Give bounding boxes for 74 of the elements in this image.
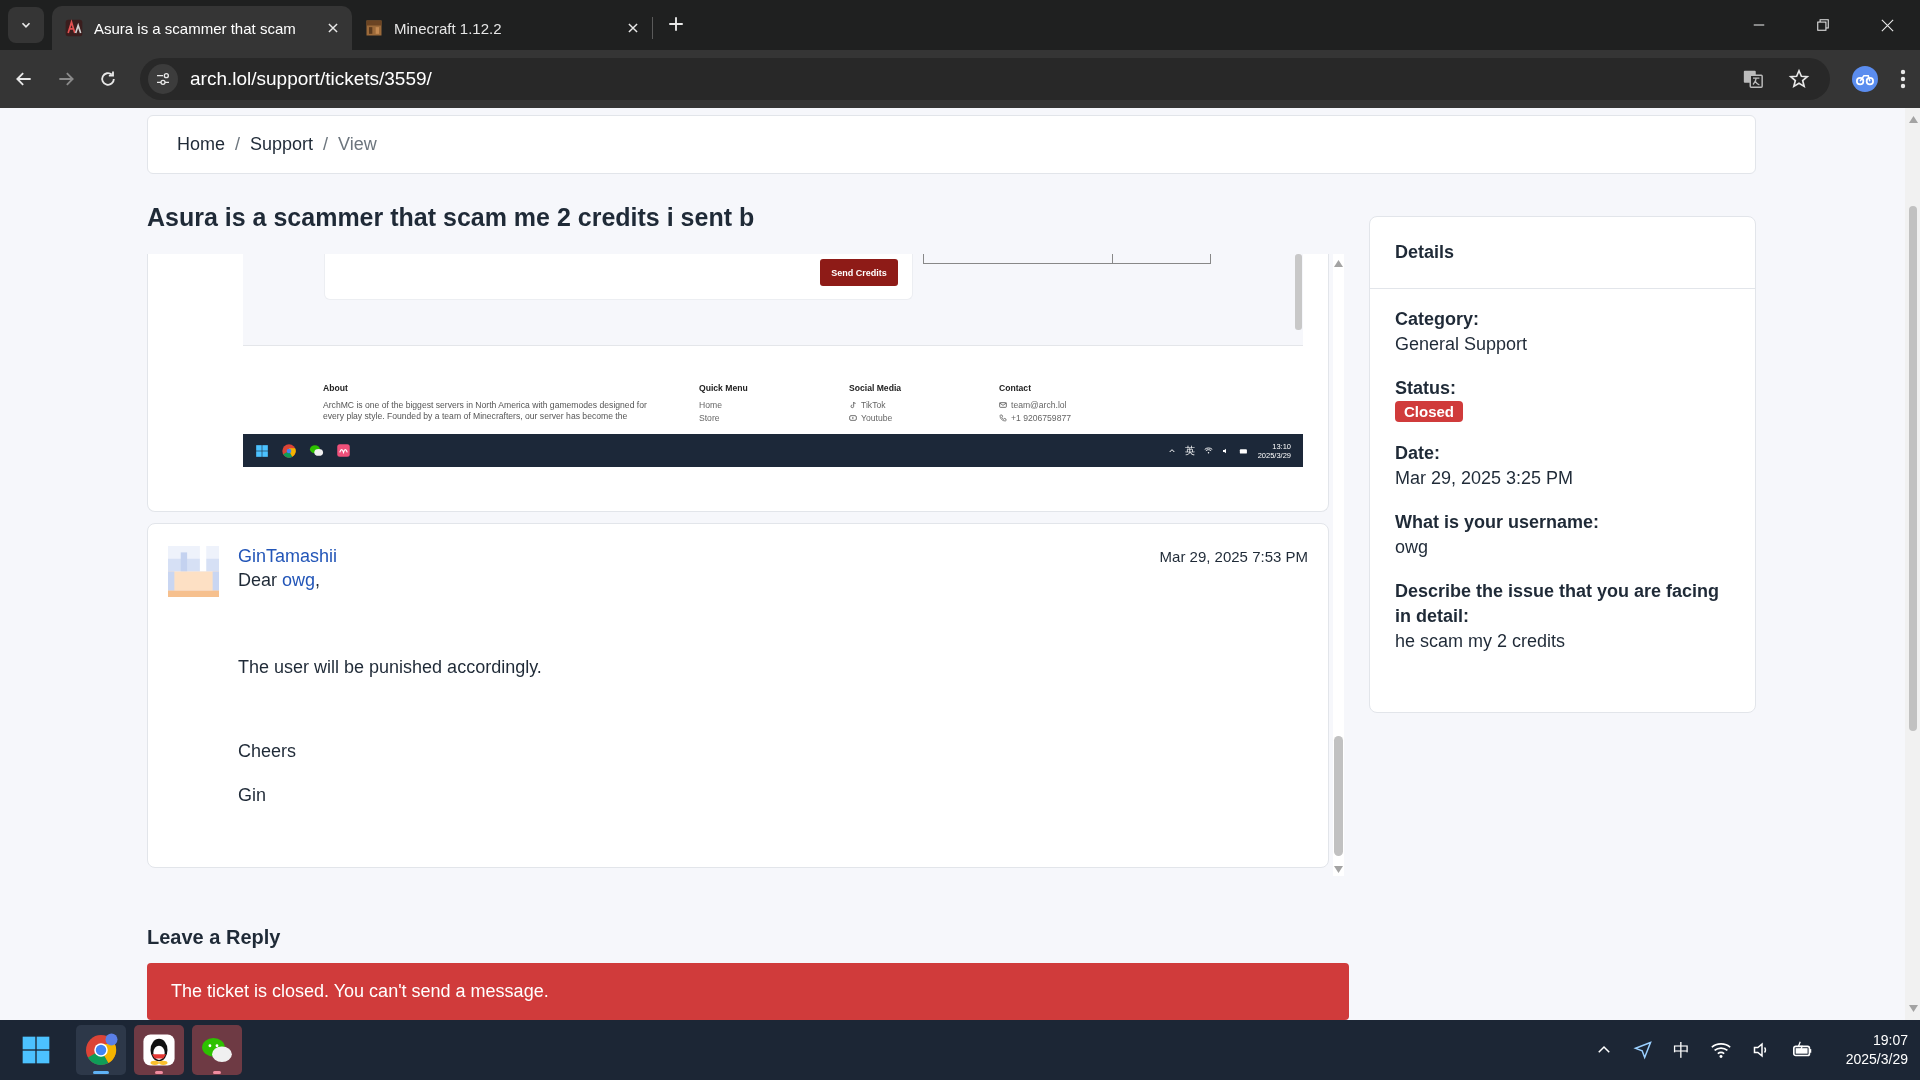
close-icon[interactable] bbox=[326, 21, 340, 35]
field-label: What is your username: bbox=[1395, 511, 1601, 534]
sliders-icon bbox=[155, 71, 171, 87]
phone-icon bbox=[999, 414, 1007, 422]
scrollbar-thumb[interactable] bbox=[1334, 736, 1343, 856]
start-icon[interactable] bbox=[20, 1034, 52, 1066]
play-icon bbox=[849, 414, 857, 422]
reload-icon[interactable] bbox=[98, 69, 118, 89]
restore-icon[interactable] bbox=[1816, 18, 1830, 32]
input-method-indicator: 英 bbox=[1184, 443, 1195, 458]
breadcrumb-link[interactable]: Home bbox=[177, 134, 225, 155]
scrollbar-thumb[interactable] bbox=[1909, 206, 1917, 731]
mention-link[interactable]: owg bbox=[282, 570, 316, 590]
ticket-title: Asura is a scammer that scam me 2 credits i sent b bbox=[147, 202, 756, 233]
penguin-icon bbox=[142, 1033, 176, 1067]
taskbar-app[interactable] bbox=[134, 1025, 184, 1075]
breadcrumb-current: View bbox=[338, 134, 377, 155]
breadcrumb-link[interactable]: Support bbox=[250, 134, 314, 155]
chat-bubbles-icon bbox=[309, 443, 324, 458]
footer-heading: Contact bbox=[999, 383, 1032, 393]
avatar-icon bbox=[168, 546, 219, 597]
reply-heading: Leave a Reply bbox=[147, 926, 282, 950]
greeting-text: Dear owg, bbox=[238, 570, 322, 591]
message-date: Mar 29, 2025 7:53 PM bbox=[1159, 548, 1308, 565]
field-label: Category: bbox=[1395, 308, 1480, 331]
taskbar-clock[interactable]: 19:07 2025/3/29 bbox=[1845, 1031, 1908, 1069]
footer-heading: About bbox=[323, 383, 349, 393]
address-bar[interactable]: arch.lol/support/tickets/3559/ bbox=[140, 58, 1830, 100]
input-method-indicator[interactable]: 中 bbox=[1672, 1038, 1690, 1062]
clock-date: 2025/3/29 bbox=[1845, 1050, 1908, 1069]
taskbar-app[interactable] bbox=[192, 1025, 242, 1075]
footer-heading: Quick Menu bbox=[699, 383, 748, 393]
close-icon[interactable] bbox=[626, 21, 640, 35]
message-paragraph: Gin bbox=[238, 785, 267, 806]
taskbar-app[interactable] bbox=[76, 1025, 126, 1075]
chrome-icon bbox=[281, 442, 297, 459]
breadcrumb-separator: / bbox=[235, 134, 241, 155]
footer-heading: Social Media bbox=[849, 383, 902, 393]
close-icon[interactable] bbox=[1880, 17, 1895, 33]
field-label: Status: bbox=[1395, 377, 1457, 400]
plus-icon[interactable] bbox=[667, 15, 685, 33]
wave-app-icon bbox=[336, 443, 351, 458]
more-menu-icon[interactable] bbox=[1900, 69, 1906, 89]
clock-time: 19:07 bbox=[1872, 1031, 1908, 1050]
field-value: Mar 29, 2025 3:25 PM bbox=[1395, 467, 1575, 490]
crafting-table-icon bbox=[364, 18, 384, 38]
chevron-up-icon bbox=[1167, 446, 1176, 455]
browser-tab[interactable]: Asura is a scammer that scam bbox=[52, 6, 352, 50]
breadcrumb-separator: / bbox=[323, 134, 329, 155]
location-arrow-icon[interactable] bbox=[1632, 1040, 1653, 1060]
arch-logo-icon bbox=[64, 18, 84, 38]
translate-icon[interactable] bbox=[1742, 68, 1764, 90]
browser-tab[interactable]: Minecraft 1.12.2 bbox=[352, 6, 652, 50]
author-link[interactable]: GinTamashii bbox=[238, 546, 338, 567]
message-paragraph: The user will be punished accordingly. bbox=[238, 657, 543, 678]
profile-avatar-icon[interactable] bbox=[1852, 66, 1878, 92]
footer-paragraph: ArchMC is one of the biggest servers in North America with gamemodes designed for every play style. Founded by a team of Minecrafters, our server has become the bbox=[323, 400, 648, 422]
chrome-icon bbox=[83, 1032, 119, 1068]
send-credits-button[interactable]: Send Credits bbox=[820, 259, 898, 286]
field-value: owg bbox=[1395, 536, 1430, 559]
status-badge: Closed bbox=[1395, 401, 1463, 422]
closed-alert: The ticket is closed. You can't send a message. bbox=[147, 963, 1349, 1020]
music-note-icon bbox=[849, 401, 857, 409]
field-value: General Support bbox=[1395, 333, 1529, 356]
wifi-icon bbox=[1203, 446, 1213, 455]
message-paragraph: Cheers bbox=[238, 741, 298, 762]
field-value: he scam my 2 credits bbox=[1395, 630, 1567, 653]
details-title: Details bbox=[1395, 242, 1455, 263]
star-icon[interactable] bbox=[1788, 68, 1810, 90]
field-label: Date: bbox=[1395, 442, 1441, 465]
field-label: Describe the issue that you are facing in detail: bbox=[1395, 580, 1721, 628]
start-icon bbox=[255, 443, 269, 458]
mail-icon bbox=[999, 401, 1007, 409]
site-info-button[interactable] bbox=[148, 64, 178, 94]
